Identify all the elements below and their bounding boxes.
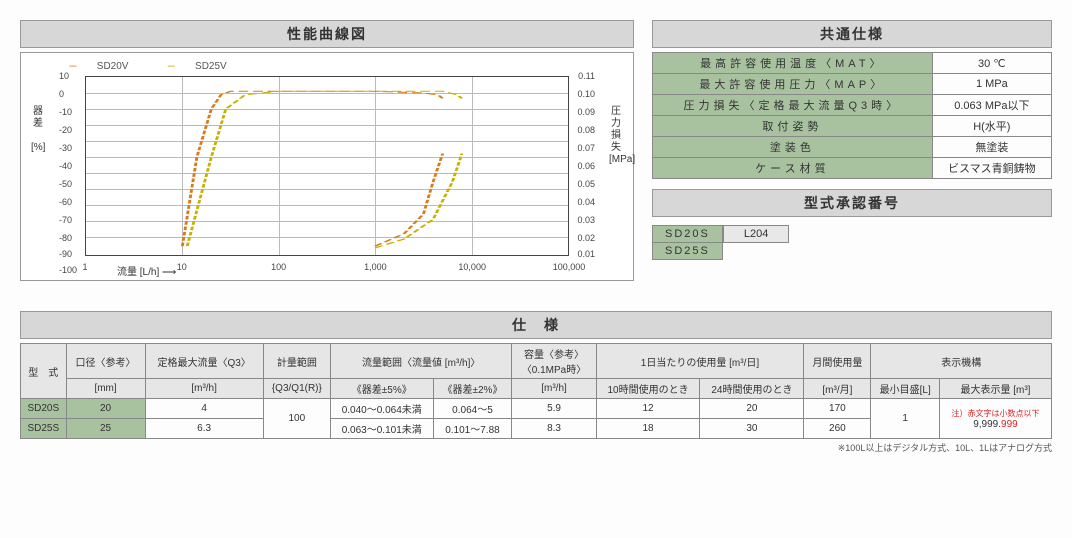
spec-section: 仕 様 型 式 口径〈参考〉 定格最大流量〈Q3〉 計量範囲 流量範囲〈流量値 … xyxy=(20,311,1052,454)
chart-panel: --- SD20V --- SD25V 器差 [%] 圧力損失 [MPa] 10… xyxy=(20,52,634,281)
x-axis-label: 流量 [L/h] ⟶ xyxy=(117,263,176,278)
spec-row: SD20S 20 4 100 0.040～0.064未満 0.064～5 5.9… xyxy=(21,399,1052,419)
common-spec-table: 最高許容使用温度〈MAT〉30 ℃ 最大許容使用圧力〈MAP〉1 MPa 圧力損… xyxy=(652,52,1052,179)
chart-area: 器差 [%] 圧力損失 [MPa] 10 0 -10 -20 -30 -40 -… xyxy=(57,76,597,276)
approval-number: L204 xyxy=(723,225,789,243)
plot-area xyxy=(85,76,569,256)
chart-legend: --- SD20V --- SD25V xyxy=(69,61,625,72)
chart-title: 性能曲線図 xyxy=(20,20,634,48)
approval-title: 型式承認番号 xyxy=(652,189,1052,217)
spec-footnote: ※100L以上はデジタル方式、10L、1Lはアナログ方式 xyxy=(20,441,1052,454)
right-section: 共通仕様 最高許容使用温度〈MAT〉30 ℃ 最大許容使用圧力〈MAP〉1 MP… xyxy=(652,20,1052,260)
spec-table: 型 式 口径〈参考〉 定格最大流量〈Q3〉 計量範囲 流量範囲〈流量値 [m³/… xyxy=(20,343,1052,439)
spec-title: 仕 様 xyxy=(20,311,1052,339)
y-right-axis-label: 圧力損失 [MPa] xyxy=(609,106,623,166)
chart-section: 性能曲線図 --- SD20V --- SD25V 器差 [%] 圧力損失 [M… xyxy=(20,20,634,281)
approval-table: SD20S SD25S L204 xyxy=(652,225,789,260)
legend-sd25v: SD25V xyxy=(195,61,227,72)
common-spec-title: 共通仕様 xyxy=(652,20,1052,48)
page: 性能曲線図 --- SD20V --- SD25V 器差 [%] 圧力損失 [M… xyxy=(20,20,1052,454)
y-left-axis-label: 器差 [%] xyxy=(31,106,45,154)
legend-sd20v: SD20V xyxy=(97,61,129,72)
